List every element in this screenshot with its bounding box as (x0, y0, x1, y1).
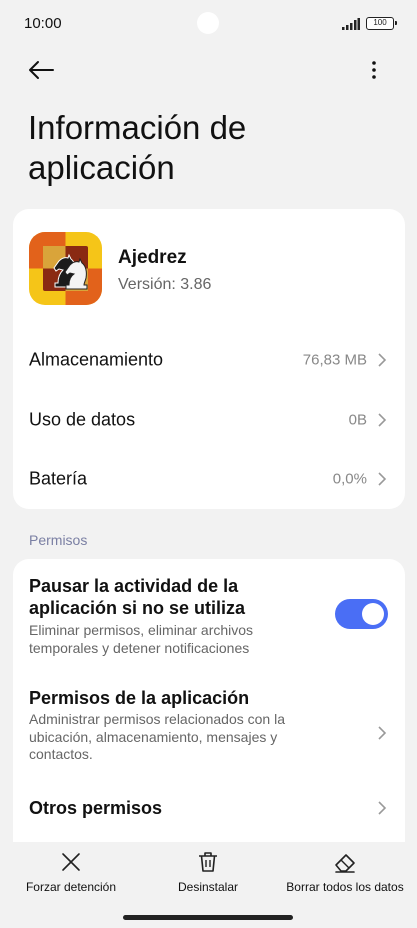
clear-data-button[interactable]: Borrar todos los datos (285, 850, 405, 894)
battery-value: 0,0% (332, 470, 367, 488)
app-info-card: Ajedrez Versión: 3.86 Almacenamiento 76,… (13, 209, 405, 509)
permissions-card: Pausar la actividad de la aplicación si … (13, 559, 405, 859)
battery-row[interactable]: Batería 0,0% (13, 450, 405, 508)
toggle-knob (362, 603, 384, 625)
chevron-right-icon (378, 726, 387, 740)
force-stop-label: Forzar detención (25, 880, 117, 894)
app-name: Ajedrez (118, 247, 187, 268)
other-permissions-item[interactable]: Otros permisos (13, 785, 405, 831)
battery-icon: 100 (366, 17, 397, 30)
battery-level: 100 (373, 18, 387, 27)
app-permissions-title: Permisos de la aplicación (29, 688, 250, 708)
status-bar: 10:00 100 (0, 0, 417, 48)
chevron-right-icon (378, 353, 387, 367)
uninstall-label: Desinstalar (177, 880, 239, 894)
app-version: Versión: 3.86 (118, 276, 212, 293)
chevron-right-icon (378, 472, 387, 486)
force-stop-button[interactable]: Forzar detención (18, 850, 124, 894)
data-usage-row[interactable]: Uso de datos 0B (13, 391, 405, 449)
uninstall-button[interactable]: Desinstalar (168, 850, 248, 894)
page-title: Información de aplicación (28, 109, 247, 186)
home-indicator[interactable] (123, 915, 293, 920)
battery-label: Batería (29, 468, 88, 489)
back-arrow-icon[interactable] (26, 56, 56, 84)
permissions-section-label: Permisos (29, 532, 88, 548)
clear-data-label: Borrar todos los datos (286, 880, 404, 894)
pause-activity-description: Eliminar permisos, eliminar archivos tem… (29, 622, 254, 656)
signal-icon (342, 18, 360, 30)
trash-icon (199, 852, 217, 872)
chevron-right-icon (378, 413, 387, 427)
storage-label: Almacenamiento (29, 349, 164, 370)
pause-activity-title: Pausar la actividad de la aplicación si … (29, 576, 246, 618)
pause-activity-item[interactable]: Pausar la actividad de la aplicación si … (13, 559, 405, 667)
storage-value: 76,83 MB (302, 351, 367, 369)
chevron-right-icon (378, 801, 387, 815)
pause-activity-toggle[interactable] (335, 599, 388, 629)
status-time: 10:00 (24, 15, 62, 32)
app-permissions-description: Administrar permisos relacionados con la… (29, 711, 285, 762)
camera-cutout (197, 12, 219, 34)
chess-knight-icon (29, 232, 102, 305)
app-permissions-item[interactable]: Permisos de la aplicación Administrar pe… (13, 677, 405, 777)
other-permissions-title: Otros permisos (29, 798, 163, 818)
storage-row[interactable]: Almacenamiento 76,83 MB (13, 331, 405, 389)
top-bar (0, 52, 417, 88)
data-usage-label: Uso de datos (29, 409, 136, 430)
close-icon (62, 853, 80, 871)
eraser-icon (335, 854, 355, 873)
data-usage-value: 0B (348, 411, 367, 429)
more-options-icon[interactable] (364, 56, 384, 84)
